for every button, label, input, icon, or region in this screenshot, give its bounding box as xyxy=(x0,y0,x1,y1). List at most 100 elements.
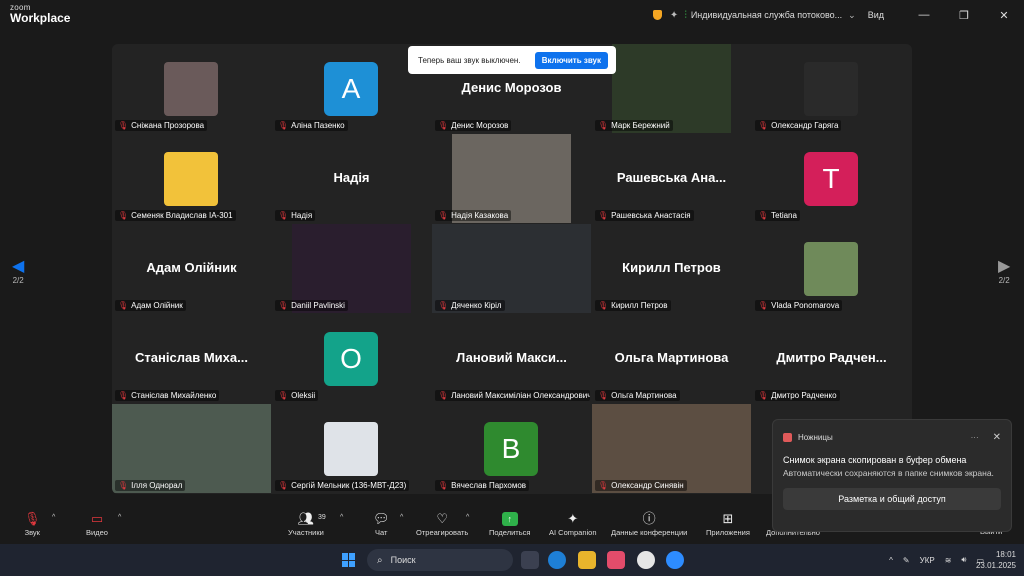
markup-share-button[interactable]: Разметка и общий доступ xyxy=(783,488,1001,510)
mic-muted-icon: 🎙︎ xyxy=(438,121,449,130)
chevron-down-icon[interactable]: ⌄ xyxy=(848,10,856,21)
participant-name: Олександр Синявін xyxy=(611,481,684,490)
participant-name: Сергій Мельник (136-МВТ-Д23) xyxy=(291,481,407,490)
participant-tile[interactable]: 🎙︎ Олександр Гаряга xyxy=(752,44,911,133)
participant-tile[interactable]: 🎙︎ Надія Казакова xyxy=(432,134,591,223)
participant-tile[interactable]: Ольга Мартинова 🎙︎ Ольга Мартинова xyxy=(592,314,751,403)
shield-icon[interactable] xyxy=(652,10,662,20)
participant-name: Надія xyxy=(291,211,313,220)
participant-tile[interactable]: Адам Олійник 🎙︎ Адам Олійник xyxy=(112,224,271,313)
video-options-caret[interactable]: ^ xyxy=(118,514,121,521)
sparkle-icon[interactable]: ✦ xyxy=(670,10,678,21)
participant-name: Станіслав Михайленко xyxy=(131,391,217,400)
pen-icon[interactable]: ✎ xyxy=(903,556,910,565)
participant-display-name: Станіслав Миха... xyxy=(135,350,248,365)
participant-tile[interactable]: 🎙︎ Олександр Синявін xyxy=(592,404,751,493)
participant-name: Олександр Гаряга xyxy=(771,121,839,130)
mic-off-icon: 🎙︎ xyxy=(24,511,41,526)
react-button[interactable]: ♡ Отреагировать xyxy=(416,510,468,537)
video-button[interactable]: ▭ Видео xyxy=(86,510,108,537)
next-page-button[interactable]: ▶ 2/2 xyxy=(998,258,1010,285)
participant-tile[interactable]: O 🎙︎ Oleksii xyxy=(272,314,431,403)
mic-muted-icon: 🎙︎ xyxy=(758,211,769,220)
edge-icon[interactable] xyxy=(548,551,566,569)
participant-tile[interactable]: Кирилл Петров 🎙︎ Кирилл Петров xyxy=(592,224,751,313)
zoom-taskbar-icon[interactable] xyxy=(666,551,684,569)
participant-tile[interactable]: B 🎙︎ Вячеслав Пархомов xyxy=(432,404,591,493)
participant-tile[interactable]: Надія 🎙︎ Надія xyxy=(272,134,431,223)
toast-close-icon[interactable]: ✕ xyxy=(993,432,1001,443)
participant-name: Tetiana xyxy=(771,211,797,220)
participant-name: Адам Олійник xyxy=(131,301,183,310)
participant-tile[interactable]: 🎙︎ Семеняк Владислав ІА-301 xyxy=(112,134,271,223)
mute-notice: Теперь ваш звук выключен. Включить звук xyxy=(408,46,616,74)
chat-button[interactable]: 💬︎ Чат xyxy=(373,510,390,537)
participant-nametag: 🎙︎ Олександр Синявін xyxy=(595,480,687,491)
task-view-icon[interactable] xyxy=(521,551,539,569)
search-icon: ⌕ xyxy=(377,554,383,566)
store-icon[interactable] xyxy=(607,551,625,569)
chrome-icon[interactable] xyxy=(637,551,655,569)
participant-display-name: Кирилл Петров xyxy=(622,260,721,275)
windows-start-icon[interactable] xyxy=(342,553,356,567)
restore-button[interactable]: ❐ xyxy=(944,0,984,30)
unmute-button[interactable]: Включить звук xyxy=(534,51,608,69)
participant-nametag: 🎙︎ Рашевська Анастасія xyxy=(595,210,694,221)
taskbar-search[interactable]: ⌕ Поиск xyxy=(367,549,513,571)
participant-nametag: 🎙︎ Вячеслав Пархомов xyxy=(435,480,530,491)
meeting-title[interactable]: Индивидуальная служба потоково... xyxy=(691,10,842,20)
chat-caret[interactable]: ^ xyxy=(400,514,403,521)
prev-page-button[interactable]: ◀ 2/2 xyxy=(12,258,24,285)
wifi-icon[interactable]: ≋ xyxy=(945,556,952,565)
avatar-letter: B xyxy=(484,422,538,476)
participant-tile[interactable]: Станіслав Миха... 🎙︎ Станіслав Михайленко xyxy=(112,314,271,403)
minimize-button[interactable]: — xyxy=(904,0,944,30)
mic-muted-icon: 🎙︎ xyxy=(598,211,609,220)
participant-name: Рашевська Анастасія xyxy=(611,211,691,220)
chevron-up-icon[interactable]: ^ xyxy=(889,556,893,565)
participant-tile[interactable]: 🎙︎ Ілля Однорал xyxy=(112,404,271,493)
participant-tile[interactable]: 🎙︎ Vlada Ponomarova xyxy=(752,224,911,313)
participants-icon: 👥︎ xyxy=(297,511,315,526)
participant-tile[interactable]: 🎙︎ Daniil Pavlinski xyxy=(272,224,431,313)
ai-companion-button[interactable]: ✦ AI Companion xyxy=(549,510,597,537)
participants-caret[interactable]: ^ xyxy=(340,514,343,521)
sparkle-icon: ✦ xyxy=(567,511,579,526)
avatar xyxy=(164,62,218,116)
audio-options-caret[interactable]: ^ xyxy=(52,514,55,521)
toast-more-icon[interactable]: ··· xyxy=(971,433,979,442)
arrow-right-icon: ▶ xyxy=(998,258,1011,275)
participants-count: 39 xyxy=(318,514,326,521)
mic-muted-icon: 🎙︎ xyxy=(598,481,609,490)
participant-nametag: 🎙︎ Надія xyxy=(275,210,316,221)
share-button[interactable]: ↑ Поделиться xyxy=(489,510,530,537)
react-caret[interactable]: ^ xyxy=(466,514,469,521)
participant-nametag: 🎙︎ Аліна Пазенко xyxy=(275,120,348,131)
file-explorer-icon[interactable] xyxy=(578,551,596,569)
share-screen-icon: ↑ xyxy=(501,512,518,526)
participant-tile[interactable]: 🎙︎ Сніжана Прозорова xyxy=(112,44,271,133)
apps-button[interactable]: ⊞ Приложения xyxy=(706,510,750,537)
mic-muted-icon: 🎙︎ xyxy=(598,391,609,400)
participant-tile[interactable]: T 🎙︎ Tetiana xyxy=(752,134,911,223)
language-indicator[interactable]: УКР xyxy=(920,556,935,565)
participant-tile[interactable]: Рашевська Ана... 🎙︎ Рашевська Анастасія xyxy=(592,134,751,223)
participant-tile[interactable]: Лановий Макси... 🎙︎ Лановий Максиміліан Ол… xyxy=(432,314,591,403)
participant-tile[interactable]: 🎙︎ Сергій Мельник (136-МВТ-Д23) xyxy=(272,404,431,493)
view-button[interactable]: Вид xyxy=(868,10,884,20)
mic-muted-icon: 🎙︎ xyxy=(598,121,609,130)
meeting-info-button[interactable]: ⓘ Данные конференции xyxy=(611,510,687,537)
participant-tile[interactable]: 🎙︎ Дяченко Кіріл xyxy=(432,224,591,313)
participant-nametag: 🎙︎ Семеняк Владислав ІА-301 xyxy=(115,210,236,221)
toast-header: Ножницы ··· ✕ xyxy=(783,430,1001,444)
volume-icon[interactable]: 🔊︎ xyxy=(961,555,966,565)
mic-muted-icon: 🎙︎ xyxy=(278,211,289,220)
close-button[interactable]: ✕ xyxy=(984,0,1024,30)
participant-name: Ольга Мартинова xyxy=(611,391,677,400)
participant-tile[interactable]: Дмитро Радчен... 🎙︎ Дмитро Радченко xyxy=(752,314,911,403)
audio-button[interactable]: 🎙︎ Звук xyxy=(24,510,41,537)
scissors-icon xyxy=(783,432,792,442)
clock[interactable]: 18:01 23.01.2025 xyxy=(976,549,1016,571)
participant-name: Аліна Пазенко xyxy=(291,121,345,130)
participant-name: Daniil Pavlinski xyxy=(291,301,345,310)
